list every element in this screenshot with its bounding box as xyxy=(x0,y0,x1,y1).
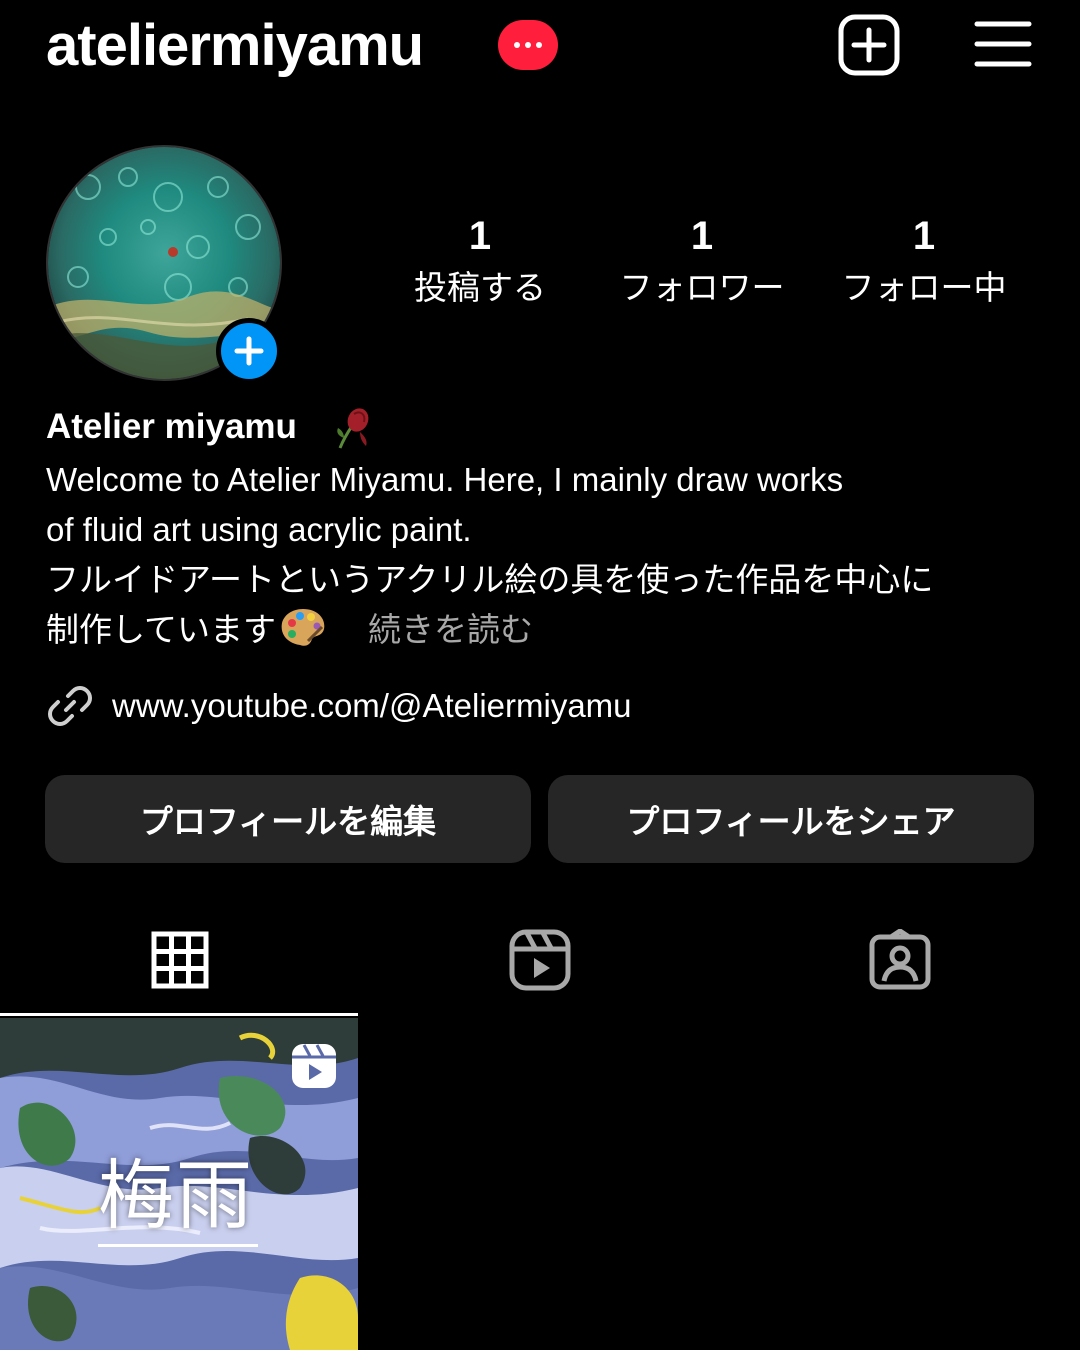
post-title: 梅雨 xyxy=(98,1151,254,1240)
more-dots-icon[interactable] xyxy=(498,20,558,70)
bio-line-2: of fluid art using acrylic paint. xyxy=(46,511,472,548)
hamburger-menu-icon[interactable] xyxy=(974,18,1032,70)
display-name: Atelier miyamu xyxy=(46,407,297,446)
following-label: フォロー中 xyxy=(841,268,1007,307)
link-url[interactable]: www.youtube.com/@Ateliermiyamu xyxy=(112,687,632,725)
edit-profile-button[interactable]: プロフィールを編集 xyxy=(45,775,531,863)
share-profile-button[interactable]: プロフィールをシェア xyxy=(548,775,1034,863)
followers-stat[interactable]: 1 フォロワー xyxy=(602,210,802,312)
posts-label: 投稿する xyxy=(414,268,546,307)
plus-icon[interactable] xyxy=(216,318,282,384)
username-title[interactable]: ateliermiyamu xyxy=(46,10,424,82)
plus-square-icon[interactable] xyxy=(838,14,900,76)
tab-grid[interactable] xyxy=(140,920,220,1000)
wilted-rose-icon xyxy=(337,408,369,449)
bio-text: Welcome to Atelier Miyamu. Here, I mainl… xyxy=(46,455,1046,655)
bio-line-4-row: 制作しています 続きを読む xyxy=(46,605,1046,655)
followers-count: 1 xyxy=(690,214,714,258)
bio-line-1: Welcome to Atelier Miyamu. Here, I mainl… xyxy=(46,461,844,498)
tab-tagged[interactable] xyxy=(860,920,940,1000)
tagged-person-icon xyxy=(869,929,931,990)
post-title-underline xyxy=(98,1244,258,1247)
bio-link[interactable]: www.youtube.com/@Ateliermiyamu xyxy=(46,680,632,732)
grid-icon xyxy=(151,931,209,989)
link-icon xyxy=(48,686,92,726)
posts-stat[interactable]: 1 投稿する xyxy=(380,210,580,312)
tab-reels[interactable] xyxy=(500,920,580,1000)
read-more-link[interactable]: 続きを読む xyxy=(368,611,533,648)
following-stat[interactable]: 1 フォロー中 xyxy=(824,210,1024,312)
artist-palette-icon xyxy=(281,609,325,646)
reels-icon xyxy=(292,1044,336,1088)
followers-label: フォロワー xyxy=(619,268,785,307)
active-tab-indicator xyxy=(0,1013,358,1016)
bio-line-4: 制作しています xyxy=(46,611,277,648)
reels-icon xyxy=(509,929,571,991)
following-count: 1 xyxy=(912,214,936,258)
posts-count: 1 xyxy=(468,214,492,258)
bio-line-3: フルイドアートというアクリル絵の具を使った作品を中心に xyxy=(46,561,934,598)
profile-page: ateliermiyamu 1 投稿する 1 フォロワー 1 フォロー中 Ate… xyxy=(0,0,1080,1350)
